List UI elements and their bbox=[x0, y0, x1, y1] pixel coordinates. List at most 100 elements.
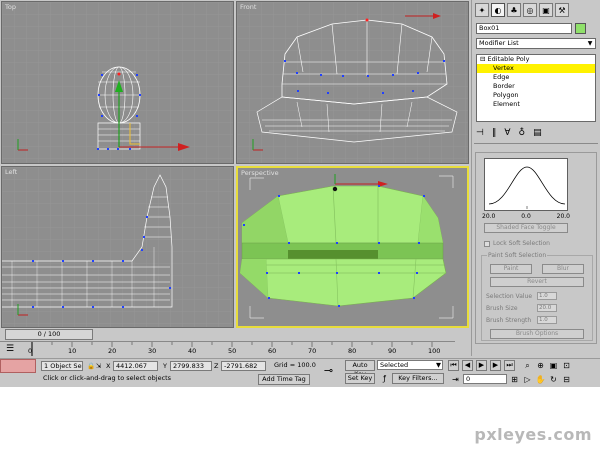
brush-options-button[interactable]: Brush Options bbox=[490, 329, 584, 339]
3dsmax-window: Top Front Left Perspective ✦ ◐ ♣ ◎ ▣ ⚒ B… bbox=[0, 0, 600, 387]
track-bar-tick-label: 40 bbox=[188, 347, 197, 355]
time-slider[interactable]: 0 / 100 bbox=[5, 329, 93, 340]
zoom-extents-icon[interactable]: ▣ bbox=[548, 360, 559, 371]
zoom-extents-all-icon[interactable]: ⊡ bbox=[561, 360, 572, 371]
track-bar-tick-label: 90 bbox=[388, 347, 397, 355]
go-to-start-icon[interactable]: ⏮ bbox=[448, 360, 459, 371]
play-icon[interactable]: ▶ bbox=[476, 360, 487, 371]
lock-soft-selection-label: Lock Soft Selection bbox=[493, 240, 550, 247]
maxscript-listener[interactable] bbox=[0, 359, 36, 373]
stack-root-label: Editable Poly bbox=[487, 55, 530, 63]
orbit-icon[interactable]: ↻ bbox=[548, 374, 559, 385]
pan-icon[interactable]: ✋ bbox=[535, 374, 546, 385]
add-time-tag-button[interactable]: Add Time Tag bbox=[258, 374, 310, 385]
watermark: pxleyes.com bbox=[474, 425, 592, 444]
next-frame-icon[interactable]: ▶ bbox=[490, 360, 501, 371]
maximize-viewport-icon[interactable]: ⊟ bbox=[561, 374, 572, 385]
brush-size-spinner[interactable]: 20.0 bbox=[537, 304, 557, 312]
chevron-down-icon[interactable]: ▼ bbox=[586, 39, 594, 48]
stack-item-edge[interactable]: Edge bbox=[477, 73, 595, 82]
falloff-curve-graph bbox=[484, 158, 568, 211]
brush-strength-spinner[interactable]: 1.0 bbox=[537, 316, 557, 324]
key-filter-icon[interactable]: ƒ bbox=[379, 373, 390, 384]
track-bar-tick-label: 50 bbox=[228, 347, 237, 355]
command-panel-tabs: ✦ ◐ ♣ ◎ ▣ ⚒ bbox=[475, 3, 569, 17]
track-bar-tick-label: 30 bbox=[148, 347, 157, 355]
show-end-result-icon[interactable]: ‖ bbox=[492, 128, 497, 138]
y-coordinate-field[interactable]: 2799.833 bbox=[170, 361, 212, 371]
absolute-mode-icon[interactable]: ⇲ bbox=[96, 362, 101, 370]
set-key-button[interactable]: Set Key bbox=[345, 373, 375, 384]
stack-tools: ⊣ ‖ ∀ ♁ ▤ bbox=[476, 128, 542, 138]
command-panel: ✦ ◐ ♣ ◎ ▣ ⚒ Box01 Modifier List ▼ ⊟ Edit… bbox=[471, 0, 600, 356]
top-view-wireframe bbox=[2, 2, 233, 163]
configure-sets-icon[interactable]: ▤ bbox=[533, 128, 542, 138]
x-label: X bbox=[106, 362, 111, 370]
field-of-view-icon[interactable]: ▷ bbox=[522, 374, 533, 385]
paint-button[interactable]: Paint bbox=[490, 264, 532, 274]
chevron-down-icon[interactable]: ▼ bbox=[436, 361, 441, 369]
lock-soft-selection-row[interactable]: Lock Soft Selection bbox=[484, 240, 550, 247]
make-unique-icon[interactable]: ∀ bbox=[504, 128, 510, 138]
graph-label-left: 20.0 bbox=[482, 213, 496, 220]
go-to-end-icon[interactable]: ⏭ bbox=[504, 360, 515, 371]
current-frame-field[interactable]: 0 bbox=[463, 374, 507, 384]
modify-icon[interactable]: ◐ bbox=[491, 3, 505, 17]
hierarchy-icon[interactable]: ♣ bbox=[507, 3, 521, 17]
revert-button[interactable]: Revert bbox=[490, 277, 584, 287]
utilities-icon[interactable]: ⚒ bbox=[555, 3, 569, 17]
selection-value-label: Selection Value bbox=[486, 293, 533, 300]
perspective-view-mesh bbox=[238, 168, 467, 326]
viewport-perspective-label[interactable]: Perspective bbox=[241, 169, 279, 177]
key-mode-toggle-icon[interactable]: ⇥ bbox=[450, 374, 461, 385]
track-bar-tick-label: 100 bbox=[428, 347, 441, 355]
track-bar[interactable]: ☰ 0 10 20 30 40 50 60 70 80 90 100 bbox=[0, 341, 455, 358]
blur-button[interactable]: Blur bbox=[542, 264, 584, 274]
paint-group-title: Paint Soft Selection bbox=[487, 252, 548, 259]
set-key-icon[interactable]: ⊸ bbox=[323, 365, 334, 376]
object-color-swatch[interactable] bbox=[575, 23, 586, 34]
viewport-top-label[interactable]: Top bbox=[5, 3, 16, 11]
brush-size-label: Brush Size bbox=[486, 305, 518, 312]
time-configuration-icon[interactable]: ⊞ bbox=[509, 374, 520, 385]
create-icon[interactable]: ✦ bbox=[475, 3, 489, 17]
key-mode-value: Selected bbox=[380, 361, 409, 369]
viewport-perspective[interactable]: Perspective bbox=[236, 166, 469, 328]
track-bar-tick-label: 80 bbox=[348, 347, 357, 355]
remove-modifier-icon[interactable]: ♁ bbox=[519, 128, 526, 138]
stack-item-polygon[interactable]: Polygon bbox=[477, 91, 595, 100]
track-bar-tick-label: 20 bbox=[108, 347, 117, 355]
viewport-left[interactable]: Left bbox=[1, 166, 234, 328]
stack-item-editable-poly[interactable]: ⊟ Editable Poly bbox=[477, 55, 595, 64]
key-filters-button[interactable]: Key Filters... bbox=[392, 373, 444, 384]
zoom-all-icon[interactable]: ⊕ bbox=[535, 360, 546, 371]
key-mode-dropdown[interactable]: Selected ▼ bbox=[377, 360, 443, 370]
prompt-line: Click or click-and-drag to select object… bbox=[41, 374, 255, 384]
object-name-field[interactable]: Box01 bbox=[476, 23, 572, 34]
previous-frame-icon[interactable]: ◀ bbox=[462, 360, 473, 371]
viewport-left-label[interactable]: Left bbox=[5, 168, 17, 176]
x-coordinate-field[interactable]: 4412.067 bbox=[113, 361, 158, 371]
pin-stack-icon[interactable]: ⊣ bbox=[476, 128, 484, 138]
stack-item-element[interactable]: Element bbox=[477, 100, 595, 109]
auto-key-button[interactable]: Auto Key bbox=[345, 360, 375, 378]
track-bar-tick-label: 60 bbox=[268, 347, 277, 355]
viewport-front[interactable]: Front bbox=[236, 1, 469, 164]
modifier-list-dropdown[interactable]: Modifier List ▼ bbox=[476, 38, 596, 49]
stack-item-border[interactable]: Border bbox=[477, 82, 595, 91]
selection-value-spinner[interactable]: 1.0 bbox=[537, 292, 557, 300]
viewport-front-label[interactable]: Front bbox=[240, 3, 256, 11]
collapse-icon[interactable]: ⊟ bbox=[480, 55, 485, 63]
z-coordinate-field[interactable]: -2791.682 bbox=[221, 361, 266, 371]
grid-size-display: Grid = 100.0 bbox=[272, 361, 320, 371]
zoom-icon[interactable]: ⌕ bbox=[522, 360, 533, 371]
motion-icon[interactable]: ◎ bbox=[523, 3, 537, 17]
stack-item-vertex[interactable]: Vertex bbox=[477, 64, 595, 73]
track-bar-tick-label: 10 bbox=[68, 347, 77, 355]
display-icon[interactable]: ▣ bbox=[539, 3, 553, 17]
shaded-face-toggle-button[interactable]: Shaded Face Toggle bbox=[484, 223, 568, 233]
viewport-top[interactable]: Top bbox=[1, 1, 234, 164]
modifier-stack: ⊟ Editable Poly Vertex Edge Border Polyg… bbox=[476, 54, 596, 122]
lock-soft-selection-checkbox[interactable] bbox=[484, 240, 490, 247]
lock-selection-icon[interactable]: 🔒 bbox=[87, 362, 95, 370]
